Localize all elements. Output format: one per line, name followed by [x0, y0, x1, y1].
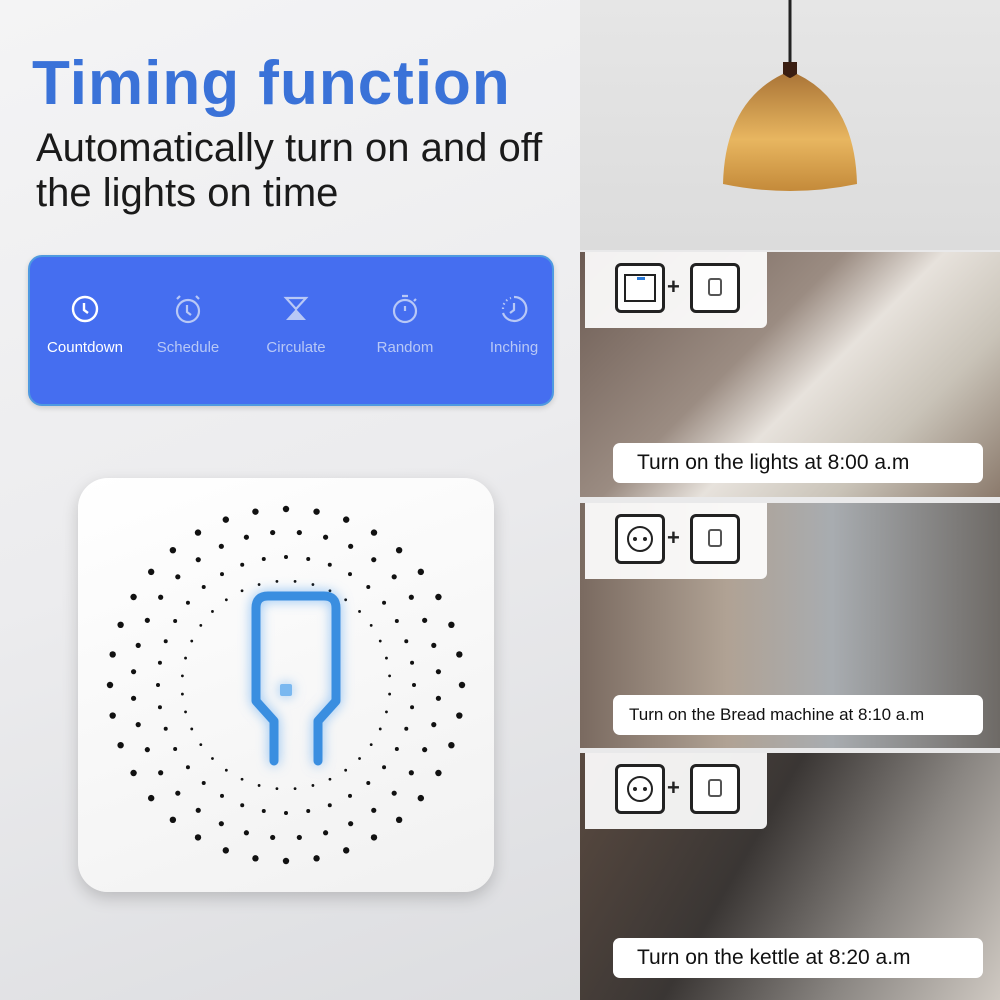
smart-switch-icon: [690, 514, 740, 564]
scene-caption: Turn on the Bread machine at 8:10 a.m: [613, 695, 983, 735]
device-combo: +: [585, 753, 767, 829]
clock-icon: [71, 295, 99, 323]
mode-inching[interactable]: Inching: [459, 293, 569, 356]
timer-mode-panel: Countdown Schedule Circulate Random Inch…: [28, 255, 554, 406]
device-combo: +: [585, 503, 767, 579]
dotted-clock-icon: [501, 295, 528, 323]
led-logo-icon: [251, 591, 341, 766]
page-title: Timing function: [32, 49, 511, 118]
scene-caption: Turn on the kettle at 8:20 a.m: [613, 938, 983, 978]
hourglass-icon: [283, 296, 309, 320]
smart-switch-icon: [690, 764, 740, 814]
mode-label: Schedule: [156, 339, 220, 356]
stopwatch-icon: [392, 294, 418, 324]
device-combo: +: [585, 252, 767, 328]
smart-switch-icon: [690, 263, 740, 313]
mode-label: Circulate: [266, 339, 326, 356]
mode-circulate[interactable]: Circulate: [241, 293, 351, 356]
plus-sign: +: [667, 775, 680, 800]
left-section: Timing function Automatically turn on an…: [0, 0, 580, 1000]
pendant-lamp-image: [580, 0, 1000, 250]
pendant-lamp-icon: [723, 0, 857, 191]
mode-label: Random: [376, 339, 434, 356]
plus-sign: +: [667, 525, 680, 550]
alarm-clock-icon: [175, 295, 201, 324]
wall-switch-icon: [615, 263, 665, 313]
plus-sign: +: [667, 274, 680, 299]
mode-random[interactable]: Random: [350, 293, 460, 356]
scene-kitchen-toaster: + Turn on the Bread machine at 8:10 a.m: [580, 503, 1000, 748]
mode-label: Countdown: [47, 339, 123, 356]
scene-column: + Turn on the lights at 8:00 a.m + Turn …: [580, 0, 1000, 1000]
mode-label: Inching: [489, 339, 539, 356]
mode-countdown[interactable]: Countdown: [30, 293, 140, 356]
socket-icon: [615, 514, 665, 564]
mode-schedule[interactable]: Schedule: [133, 293, 243, 356]
scene-bedroom: + Turn on the lights at 8:00 a.m: [580, 252, 1000, 497]
scene-kettle: + Turn on the kettle at 8:20 a.m: [580, 753, 1000, 1000]
page-subtitle: Automatically turn on and off the lights…: [36, 126, 543, 215]
socket-icon: [615, 764, 665, 814]
smart-switch-device: [78, 478, 494, 892]
scene-caption: Turn on the lights at 8:00 a.m: [613, 443, 983, 483]
